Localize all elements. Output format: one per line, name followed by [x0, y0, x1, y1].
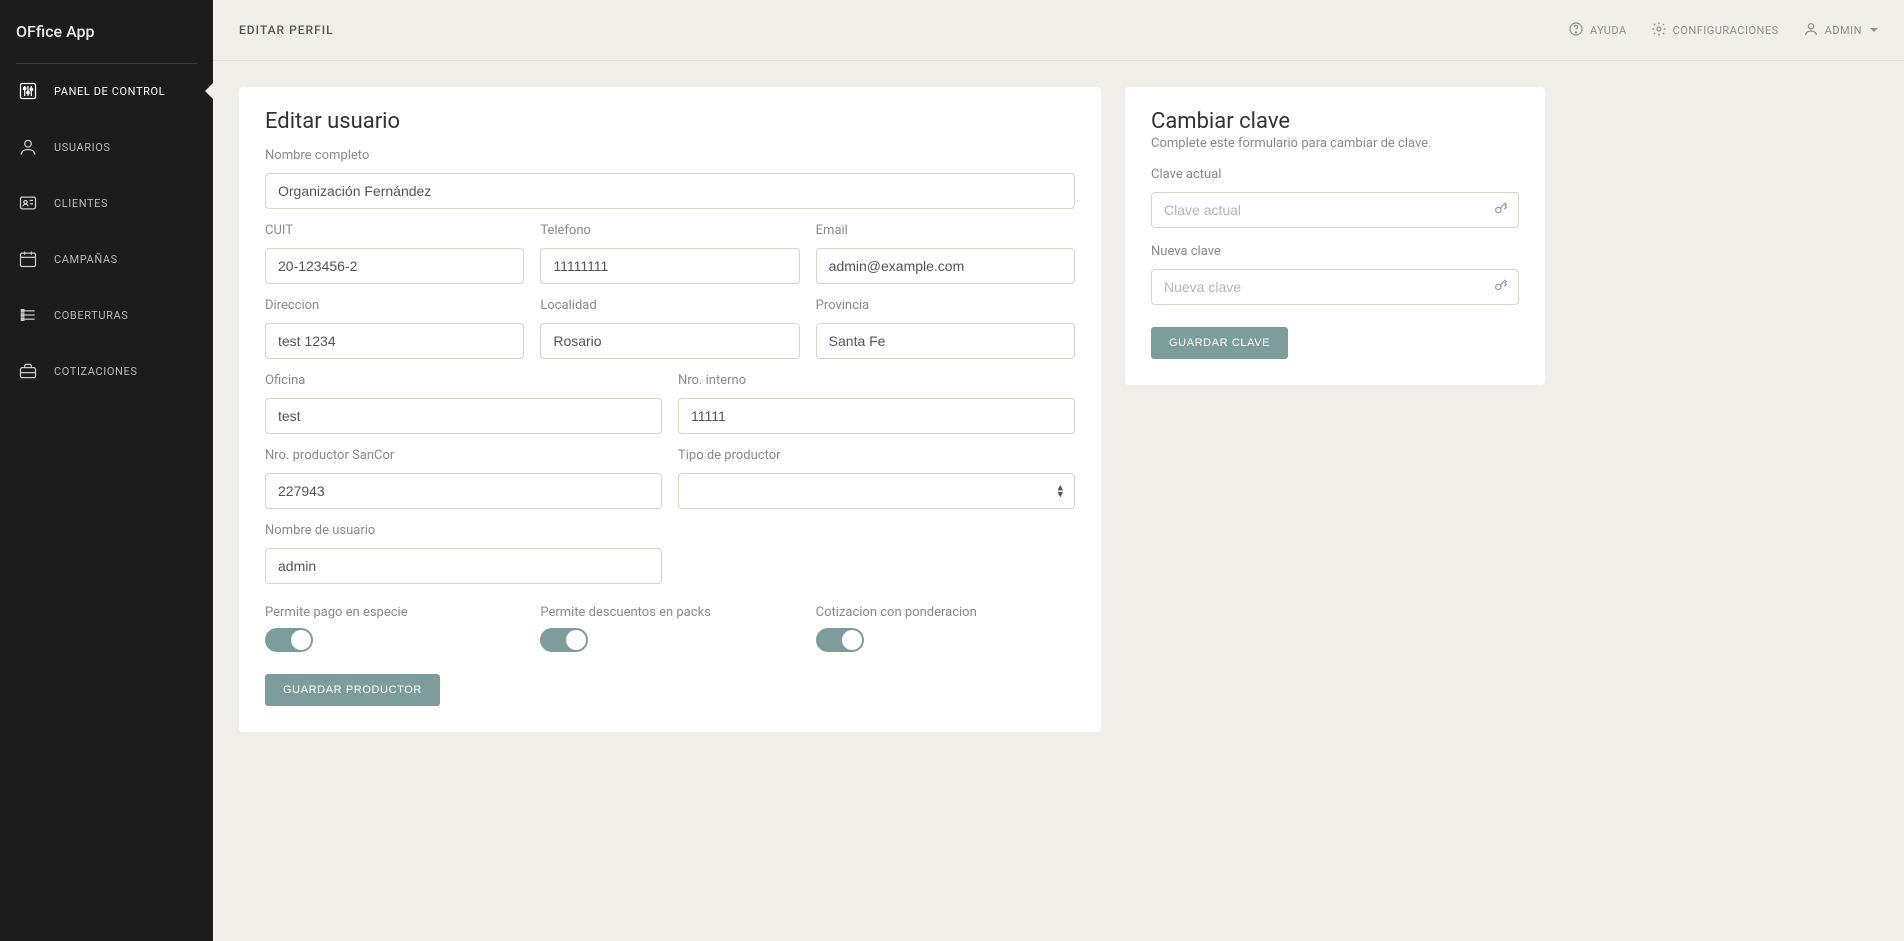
settings-link[interactable]: CONFIGURACIONES	[1651, 21, 1779, 40]
sidebar-item-coberturas[interactable]: COBERTURAS	[0, 287, 213, 343]
sidebar-item-dashboard[interactable]: PANEL DE CONTROL	[0, 63, 213, 119]
select-tipo-productor[interactable]	[678, 473, 1075, 509]
toggle-pago-especie[interactable]	[265, 628, 313, 652]
label-pago-especie: Permite pago en especie	[265, 605, 408, 620]
label-oficina: Oficina	[265, 373, 662, 388]
save-password-button[interactable]: GUARDAR CLAVE	[1151, 327, 1288, 359]
input-oficina[interactable]	[265, 398, 662, 434]
sidebar-item-label: CAMPAÑAS	[54, 253, 118, 266]
input-cuit[interactable]	[265, 248, 524, 284]
label-cuit: CUIT	[265, 223, 524, 238]
sidebar-item-cotizaciones[interactable]: COTIZACIONES	[0, 343, 213, 399]
sidebar-item-label: USUARIOS	[54, 141, 111, 154]
label-nro-productor: Nro. productor SanCor	[265, 448, 662, 463]
user-menu[interactable]: ADMIN	[1803, 21, 1878, 40]
sidebar-item-label: PANEL DE CONTROL	[54, 85, 165, 98]
help-link[interactable]: AYUDA	[1568, 21, 1627, 40]
input-nro-interno[interactable]	[678, 398, 1075, 434]
label-email: Email	[816, 223, 1075, 238]
toggle-descuentos-packs[interactable]	[540, 628, 588, 652]
user-icon	[1803, 21, 1819, 40]
label-nro-interno: Nro. interno	[678, 373, 1075, 388]
sidebar-item-clientes[interactable]: CLIENTES	[0, 175, 213, 231]
change-password-heading: Cambiar clave	[1151, 109, 1519, 134]
label-telefono: Telefono	[540, 223, 799, 238]
label-current-password: Clave actual	[1151, 167, 1519, 182]
user-label: ADMIN	[1825, 24, 1862, 37]
label-new-password: Nueva clave	[1151, 244, 1519, 259]
input-current-password[interactable]	[1151, 192, 1519, 228]
input-provincia[interactable]	[816, 323, 1075, 359]
sliders-icon	[18, 81, 38, 101]
input-email[interactable]	[816, 248, 1075, 284]
label-provincia: Provincia	[816, 298, 1075, 313]
input-new-password[interactable]	[1151, 269, 1519, 305]
sidebar: OFfice App PANEL DE CONTROL USUARIOS CLI…	[0, 0, 213, 941]
person-icon	[18, 137, 38, 157]
list-icon	[18, 305, 38, 325]
sidebar-item-label: CLIENTES	[54, 197, 108, 210]
label-cotizacion-ponderacion: Cotizacion con ponderacion	[816, 605, 977, 620]
gear-icon	[1651, 21, 1667, 40]
label-descuentos-packs: Permite descuentos en packs	[540, 605, 711, 620]
input-nro-productor[interactable]	[265, 473, 662, 509]
input-nombre[interactable]	[265, 173, 1075, 209]
page-title: EDITAR PERFIL	[239, 23, 334, 37]
edit-user-card: Editar usuario Nombre completo CUIT Tele…	[239, 87, 1101, 732]
label-tipo-productor: Tipo de productor	[678, 448, 1075, 463]
main: EDITAR PERFIL AYUDA CONFIGURACIONES	[213, 0, 1904, 941]
sidebar-item-label: COTIZACIONES	[54, 365, 137, 378]
edit-user-heading: Editar usuario	[265, 109, 1075, 134]
calendar-icon	[18, 249, 38, 269]
change-password-card: Cambiar clave Complete este formulario p…	[1125, 87, 1545, 385]
change-password-subtitle: Complete este formulario para cambiar de…	[1151, 136, 1519, 151]
input-username[interactable]	[265, 548, 662, 584]
label-localidad: Localidad	[540, 298, 799, 313]
help-icon	[1568, 21, 1584, 40]
sidebar-nav: PANEL DE CONTROL USUARIOS CLIENTES CAMPA…	[0, 63, 213, 399]
save-producer-button[interactable]: GUARDAR PRODUCTOR	[265, 674, 440, 706]
label-nombre: Nombre completo	[265, 148, 1075, 163]
settings-label: CONFIGURACIONES	[1673, 24, 1779, 37]
help-label: AYUDA	[1590, 24, 1627, 37]
sidebar-item-label: COBERTURAS	[54, 309, 128, 322]
input-telefono[interactable]	[540, 248, 799, 284]
sidebar-item-campanas[interactable]: CAMPAÑAS	[0, 231, 213, 287]
label-direccion: Direccion	[265, 298, 524, 313]
idcard-icon	[18, 193, 38, 213]
input-direccion[interactable]	[265, 323, 524, 359]
label-username: Nombre de usuario	[265, 523, 662, 538]
input-localidad[interactable]	[540, 323, 799, 359]
briefcase-icon	[18, 361, 38, 381]
sidebar-item-usuarios[interactable]: USUARIOS	[0, 119, 213, 175]
topbar: EDITAR PERFIL AYUDA CONFIGURACIONES	[213, 0, 1904, 61]
toggle-cotizacion-ponderacion[interactable]	[816, 628, 864, 652]
brand: OFfice App	[0, 0, 213, 63]
chevron-down-icon	[1870, 28, 1878, 32]
